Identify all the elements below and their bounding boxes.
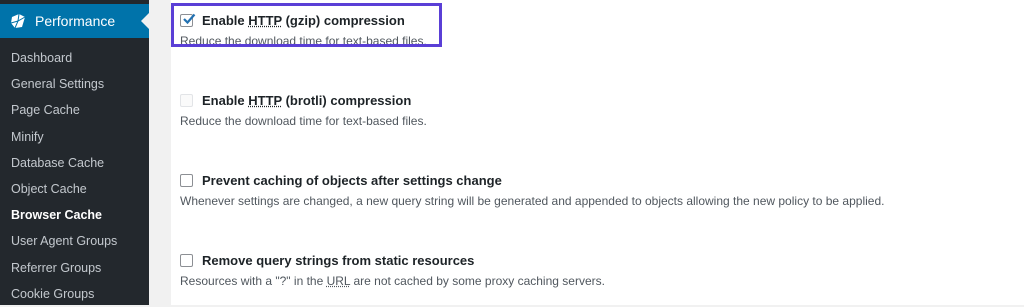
submenu-item-database-cache[interactable]: Database Cache [0, 150, 149, 176]
performance-gem-icon [9, 12, 27, 30]
prevent-caching-label[interactable]: Prevent caching of objects after setting… [202, 173, 502, 188]
admin-sidebar: Performance Dashboard General Settings P… [0, 0, 149, 305]
highlight-box [171, 3, 442, 47]
remove-query-strings-description: Resources with a "?" in the URL are not … [180, 274, 605, 288]
submenu-item-dashboard[interactable]: Dashboard [0, 45, 149, 71]
brotli-description: Reduce the download time for text-based … [180, 114, 427, 128]
http-abbr: HTTP [248, 92, 282, 108]
prevent-caching-description: Whenever settings are changed, a new que… [180, 194, 885, 208]
submenu-item-cookie-groups[interactable]: Cookie Groups [0, 281, 149, 307]
remove-query-strings-label[interactable]: Remove query strings from static resourc… [202, 253, 474, 268]
submenu-item-general-settings[interactable]: General Settings [0, 71, 149, 97]
url-abbr: URL [326, 274, 351, 288]
performance-menu-header[interactable]: Performance [0, 4, 149, 38]
submenu-item-page-cache[interactable]: Page Cache [0, 97, 149, 123]
menu-title: Performance [35, 13, 116, 29]
performance-submenu: Dashboard General Settings Page Cache Mi… [0, 45, 149, 307]
submenu-item-browser-cache[interactable]: Browser Cache [0, 202, 149, 228]
brotli-label[interactable]: Enable HTTP (brotli) compression [202, 93, 411, 108]
submenu-item-minify[interactable]: Minify [0, 124, 149, 150]
submenu-item-object-cache[interactable]: Object Cache [0, 176, 149, 202]
option-prevent-caching: Prevent caching of objects after setting… [180, 170, 884, 208]
submenu-item-user-agent-groups[interactable]: User Agent Groups [0, 228, 149, 254]
brotli-checkbox[interactable] [180, 93, 193, 107]
option-brotli: Enable HTTP (brotli) compression Reduce … [180, 90, 427, 128]
remove-query-strings-checkbox[interactable] [180, 253, 193, 267]
option-remove-query-strings: Remove query strings from static resourc… [180, 250, 605, 288]
current-menu-arrow [141, 13, 149, 29]
submenu-item-referrer-groups[interactable]: Referrer Groups [0, 255, 149, 281]
prevent-caching-checkbox[interactable] [180, 173, 193, 187]
